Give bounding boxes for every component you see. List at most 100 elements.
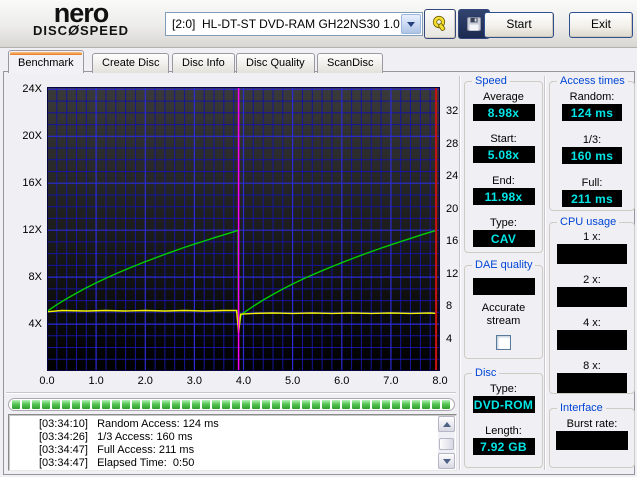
progress-segment	[392, 400, 400, 409]
log-listbox[interactable]: [03:34:10] Random Access: 124 ms [03:34:…	[8, 414, 457, 471]
scrollbar-thumb[interactable]	[439, 438, 454, 450]
drive-select-combobox[interactable]: [2:0] HL-DT-ST DVD-RAM GH22NS30 1.01	[165, 12, 423, 36]
access-times-group-title: Access times	[557, 74, 628, 88]
log-line: [03:34:47] Full Access: 211 ms	[9, 444, 456, 457]
progress-segment	[232, 400, 240, 409]
cpu-usage-group-title: CPU usage	[557, 215, 619, 229]
chevron-down-icon	[407, 22, 415, 27]
disc-length-label: Length:	[485, 425, 522, 438]
cpu-1x-label: 1 x:	[583, 231, 601, 244]
x-axis-tick: 4.0	[231, 375, 257, 387]
interface-group: Interface Burst rate:	[549, 408, 635, 468]
progress-segment	[252, 400, 260, 409]
progress-segment	[172, 400, 180, 409]
x-axis-tick: 0.0	[34, 375, 60, 387]
tab-create-disc[interactable]: Create Disc	[92, 53, 169, 73]
x-axis-tick: 8.0	[427, 375, 453, 387]
disc-type-display: DVD-ROM	[473, 396, 535, 413]
disc-length-display: 7.92 GB	[473, 438, 535, 455]
access-times-group: Access times Random:124 ms 1/3:160 ms Fu…	[549, 81, 635, 211]
burst-rate-display	[556, 431, 628, 450]
progress-segment	[212, 400, 220, 409]
options-tool-icon	[431, 15, 449, 33]
progress-segment	[102, 400, 110, 409]
progress-segment	[242, 400, 250, 409]
cpu-2x-display	[557, 287, 627, 307]
save-floppy-icon	[466, 16, 482, 32]
accurate-stream-checkbox[interactable]	[496, 335, 511, 350]
log-line: [03:34:47] Elapsed Time: 0:50	[9, 457, 456, 470]
nero-discspeed-logo: nero DISCØSPEED	[16, 1, 146, 37]
exit-button[interactable]: Exit	[569, 12, 633, 38]
speed-end-label: End:	[492, 175, 515, 188]
tab-disc-quality[interactable]: Disc Quality	[236, 53, 315, 73]
chart-canvas	[47, 87, 440, 371]
tab-scandisc[interactable]: ScanDisc	[317, 53, 383, 73]
progress-segment	[22, 400, 30, 409]
progress-segment	[92, 400, 100, 409]
progress-segment	[142, 400, 150, 409]
progress-segment	[412, 400, 420, 409]
disc-slash-icon: Ø	[68, 22, 80, 38]
burst-rate-label: Burst rate:	[567, 418, 618, 431]
drive-select-value: [2:0] HL-DT-ST DVD-RAM GH22NS30 1.01	[166, 17, 400, 31]
arrow-down-icon	[443, 459, 451, 464]
options-button[interactable]	[424, 9, 456, 39]
left-axis-tick: 20X	[12, 130, 42, 142]
logo-subtitle: DISCØSPEED	[16, 24, 146, 37]
tab-disc-info[interactable]: Disc Info	[172, 53, 235, 73]
progress-segment	[152, 400, 160, 409]
progress-segment	[72, 400, 80, 409]
x-axis-tick: 5.0	[280, 375, 306, 387]
access-full-label: Full:	[582, 177, 603, 190]
progress-segment	[182, 400, 190, 409]
progress-segment	[262, 400, 270, 409]
log-scrollbar[interactable]	[438, 416, 455, 469]
progress-segment	[362, 400, 370, 409]
log-line: [03:34:26] 1/3 Access: 160 ms	[9, 431, 456, 444]
combo-dropdown-button[interactable]	[401, 14, 421, 34]
progress-segment	[282, 400, 290, 409]
progress-segment	[62, 400, 70, 409]
access-third-label: 1/3:	[583, 134, 601, 147]
disc-group: Disc Type:DVD-ROM Length:7.92 GB	[464, 373, 543, 468]
progress-segment	[272, 400, 280, 409]
dae-quality-display	[473, 278, 535, 295]
header-bar: nero DISCØSPEED [2:0] HL-DT-ST DVD-RAM G…	[0, 0, 637, 48]
tab-benchmark[interactable]: Benchmark	[8, 50, 84, 73]
divider-vertical-2	[544, 76, 546, 470]
progress-bar	[8, 398, 455, 411]
log-lines: [03:34:10] Random Access: 124 ms [03:34:…	[9, 415, 456, 470]
left-axis-tick: 24X	[12, 83, 42, 95]
x-axis-tick: 6.0	[329, 375, 355, 387]
cpu-usage-group: CPU usage 1 x: 2 x: 4 x: 8 x:	[549, 222, 635, 394]
progress-segment	[192, 400, 200, 409]
left-axis-tick: 8X	[12, 271, 42, 283]
disc-group-title: Disc	[472, 366, 499, 380]
progress-segment	[332, 400, 340, 409]
scroll-down-button[interactable]	[438, 453, 455, 469]
x-axis-tick: 2.0	[132, 375, 158, 387]
progress-segment	[312, 400, 320, 409]
cpu-4x-label: 4 x:	[583, 317, 601, 330]
divider-vertical-1	[459, 76, 461, 470]
access-random-display: 124 ms	[562, 104, 622, 121]
progress-segment	[222, 400, 230, 409]
accurate-stream-label: Accuratestream	[482, 302, 525, 328]
arrow-up-icon	[443, 422, 451, 427]
progress-segment	[402, 400, 410, 409]
speed-type-display: CAV	[473, 230, 535, 247]
x-axis-tick: 7.0	[378, 375, 404, 387]
cpu-2x-label: 2 x:	[583, 274, 601, 287]
scroll-up-button[interactable]	[438, 416, 455, 432]
log-line: [03:34:10] Random Access: 124 ms	[9, 418, 456, 431]
interface-group-title: Interface	[557, 401, 606, 415]
disc-type-label: Type:	[490, 383, 517, 396]
cpu-4x-display	[557, 330, 627, 350]
benchmark-chart-plot	[47, 87, 440, 371]
progress-segment	[132, 400, 140, 409]
speed-end-display: 11.98x	[473, 188, 535, 205]
access-random-label: Random:	[570, 91, 615, 104]
start-button[interactable]: Start	[484, 12, 554, 38]
speed-average-display: 8.98x	[473, 104, 535, 121]
